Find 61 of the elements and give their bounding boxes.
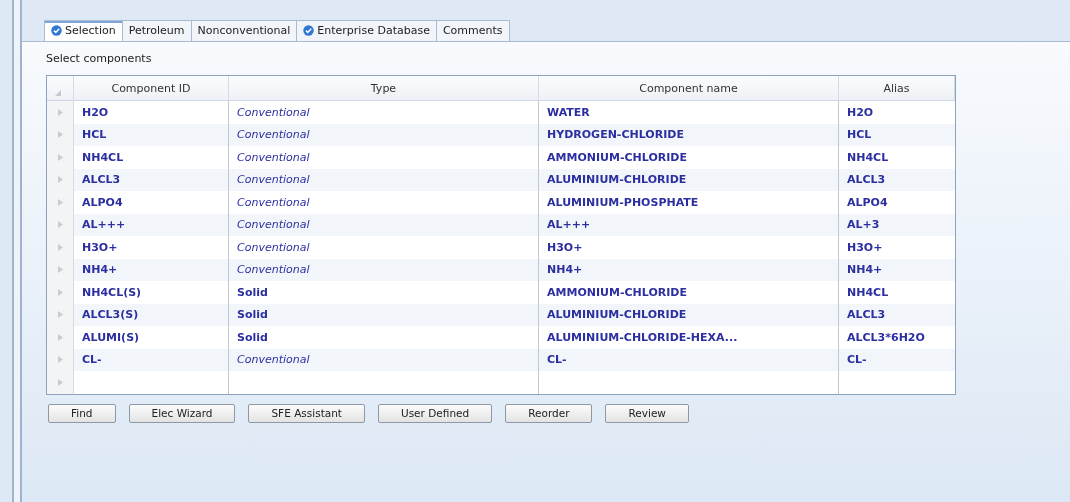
- table-cell: Conventional: [229, 213, 539, 236]
- row-arrow-icon: [57, 176, 63, 184]
- table-cell: ALUMINIUM-CHLORIDE: [539, 303, 839, 326]
- table-cell: HYDROGEN-CHLORIDE: [539, 123, 839, 146]
- row-arrow-icon: [57, 221, 63, 229]
- table-cell: HCL: [74, 123, 229, 146]
- column-header[interactable]: Type: [229, 76, 539, 101]
- action-button[interactable]: Find: [48, 403, 116, 423]
- table-cell: Conventional: [229, 123, 539, 146]
- table-cell: AL+++: [539, 213, 839, 236]
- row-arrow-icon: [57, 131, 63, 139]
- row-arrow-icon: [57, 198, 63, 206]
- check-icon: [51, 25, 62, 36]
- row-arrow-icon: [57, 243, 63, 251]
- table-cell: Solid: [229, 303, 539, 326]
- table-cell: ALCL3: [74, 168, 229, 191]
- tab[interactable]: Nonconventional: [190, 20, 298, 41]
- row-arrow-icon: [57, 311, 63, 319]
- tab[interactable]: Comments: [435, 20, 510, 41]
- action-button[interactable]: User Defined: [377, 403, 493, 423]
- table-cell: HCL: [839, 123, 955, 146]
- table-cell: NH4+: [539, 258, 839, 281]
- action-button[interactable]: Elec Wizard: [128, 403, 236, 423]
- row-arrow-icon: [57, 356, 63, 364]
- check-icon: [303, 25, 315, 36]
- row-arrow-icon: [57, 333, 63, 341]
- tab[interactable]: Petroleum: [121, 20, 192, 41]
- tab-label: Nonconventional: [197, 24, 291, 37]
- table-cell: ALUMINIUM-CHLORIDE: [539, 168, 839, 191]
- action-button[interactable]: Reorder: [505, 403, 593, 423]
- row-arrow-icon: [57, 266, 63, 274]
- table-cell: NH4+: [74, 258, 229, 281]
- table-cell: CL-: [74, 348, 229, 371]
- column-header[interactable]: Component name: [539, 76, 839, 101]
- tab-label: Petroleum: [128, 24, 185, 37]
- table-cell: NH4+: [839, 258, 955, 281]
- table-cell: ALCL3(S): [74, 303, 229, 326]
- table-cell: CL-: [539, 348, 839, 371]
- corner-icon: [55, 90, 61, 96]
- tab[interactable]: Enterprise Database: [296, 20, 437, 41]
- column-header[interactable]: Alias: [839, 76, 955, 101]
- tab-label: Enterprise Database: [317, 24, 430, 37]
- table-cell: CL-: [839, 348, 955, 371]
- tab[interactable]: Selection: [44, 20, 123, 41]
- table-cell: Conventional: [229, 258, 539, 281]
- table-cell: AL+++: [74, 213, 229, 236]
- section-label: Select components: [46, 52, 153, 65]
- action-button[interactable]: Review: [605, 403, 689, 423]
- table-cell: Conventional: [229, 168, 539, 191]
- table-cell: Conventional: [229, 348, 539, 371]
- row-arrow-icon: [57, 288, 63, 296]
- table-cell: ALCL3: [839, 168, 955, 191]
- tab-label: Comments: [442, 24, 503, 37]
- table-cell: ALCL3: [839, 303, 955, 326]
- column-header[interactable]: Component ID: [74, 76, 229, 101]
- action-button[interactable]: SFE Assistant: [248, 403, 365, 423]
- row-arrow-icon: [57, 108, 63, 116]
- table-cell: AL+3: [839, 213, 955, 236]
- row-arrow-icon: [57, 378, 63, 386]
- tab-label: Selection: [65, 24, 116, 37]
- row-arrow-icon: [57, 153, 63, 161]
